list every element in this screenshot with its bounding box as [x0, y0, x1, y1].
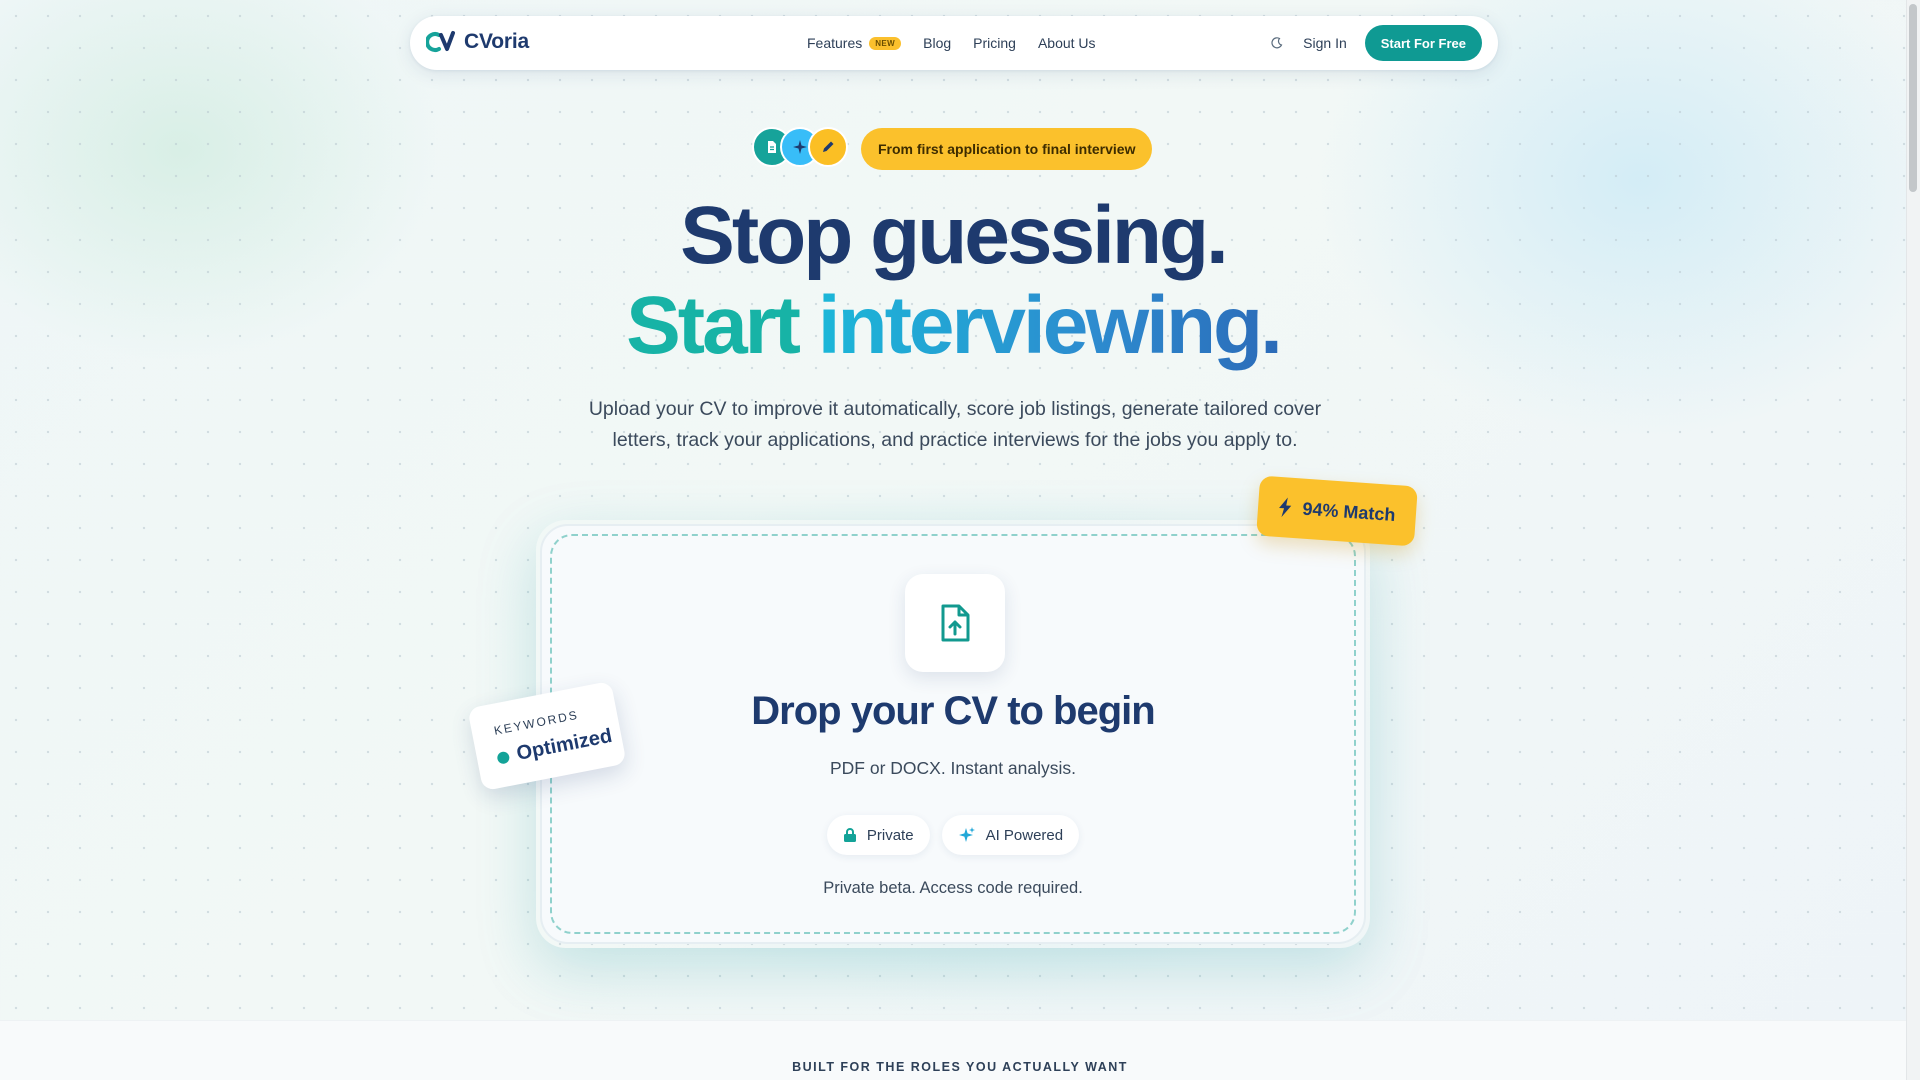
lock-icon: [843, 828, 856, 842]
scrollbar[interactable]: [1906, 0, 1920, 1080]
scrollbar-thumb[interactable]: [1909, 4, 1917, 192]
nav-link-blog[interactable]: Blog: [923, 35, 951, 51]
brand-name: CVoria: [464, 30, 529, 53]
top-navbar: CVoria Features NEW Blog Pricing About U…: [410, 16, 1498, 70]
headline-line-1: Stop guessing.: [680, 190, 1229, 281]
sparkle-icon: [958, 827, 975, 842]
match-score-text: 94% Match: [1301, 498, 1397, 525]
nav-actions: Sign In Start For Free: [1269, 16, 1482, 70]
nav-links: Features NEW Blog Pricing About Us: [807, 16, 1096, 70]
moon-icon[interactable]: [1269, 35, 1285, 51]
cv-dropzone[interactable]: Drop your CV to begin PDF or DOCX. Insta…: [540, 524, 1366, 944]
dropzone-title: Drop your CV to begin: [751, 689, 1155, 733]
sign-in-link[interactable]: Sign In: [1303, 35, 1347, 51]
feature-chips: Private AI Powered: [542, 815, 1364, 855]
roles-section-heading: BUILT FOR THE ROLES YOU ACTUALLY WANT: [792, 1060, 1128, 1074]
nav-link-label: Features: [807, 35, 863, 51]
new-badge: NEW: [869, 36, 902, 50]
pen-icon: [808, 127, 848, 167]
lightning-icon: [1279, 497, 1292, 518]
nav-link-about[interactable]: About Us: [1038, 35, 1096, 51]
cv-logo-icon: [426, 31, 455, 52]
chip-private: Private: [826, 815, 930, 855]
nav-link-features[interactable]: Features NEW: [807, 35, 902, 51]
hero-icon-stack: [752, 127, 848, 169]
hero-subcopy: Upload your CV to improve it automatical…: [588, 398, 1322, 451]
chip-label: AI Powered: [985, 826, 1064, 844]
brand-logo-link[interactable]: CVoria: [426, 29, 529, 55]
status-dot: [496, 750, 511, 765]
beta-note: Private beta. Access code required.: [823, 879, 1083, 897]
upload-button[interactable]: [905, 574, 1005, 672]
tagline-pill: From first application to final intervie…: [861, 128, 1153, 170]
match-score-tag: 94% Match: [1256, 475, 1418, 547]
start-for-free-button[interactable]: Start For Free: [1364, 25, 1482, 61]
chip-ai-powered: AI Powered: [941, 815, 1080, 855]
dropzone-subtitle: PDF or DOCX. Instant analysis.: [829, 758, 1077, 778]
nav-link-pricing[interactable]: Pricing: [973, 35, 1016, 51]
headline-line-2: Start interviewing.: [0, 280, 1906, 372]
chip-label: Private: [866, 826, 914, 844]
headline-word-interviewing: interviewing.: [817, 280, 1283, 371]
file-upload-icon: [941, 604, 970, 642]
headline-word-start: Start: [626, 280, 801, 371]
